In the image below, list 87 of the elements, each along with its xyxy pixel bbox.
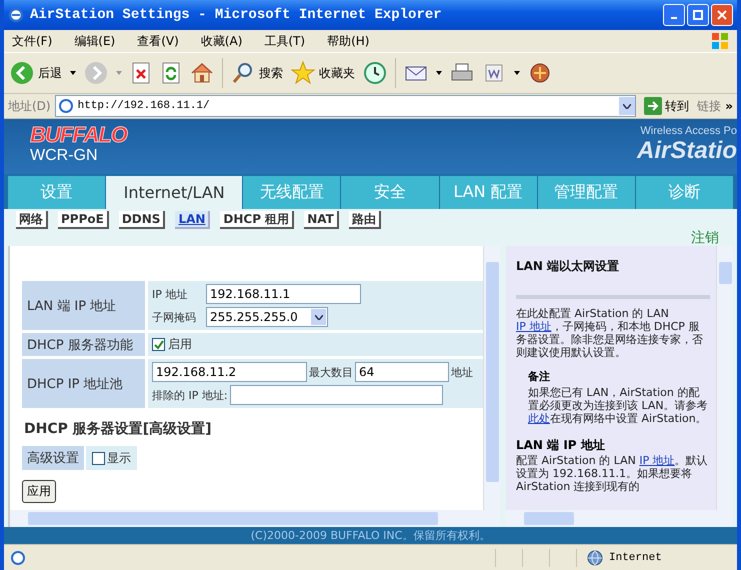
back-button[interactable]: 后退	[10, 61, 62, 85]
maximize-button[interactable]	[687, 4, 709, 26]
field-label: 最大数目	[309, 364, 353, 380]
sub-tab[interactable]: LAN	[175, 211, 210, 229]
checkbox-label: 显示	[107, 450, 131, 466]
stop-icon[interactable]	[130, 62, 152, 84]
search-icon	[231, 61, 255, 85]
dropdown-button[interactable]	[619, 97, 636, 115]
chevron-down-icon	[623, 104, 632, 108]
field-label: 高级设置	[22, 446, 84, 470]
globe-icon	[587, 550, 603, 566]
close-button[interactable]	[711, 4, 733, 26]
tagline: Wireless Access Po	[640, 125, 737, 137]
checkbox-label: 启用	[168, 336, 192, 353]
links-label[interactable]: 链接	[697, 98, 722, 114]
minimize-icon	[671, 17, 677, 19]
history-icon[interactable]	[363, 61, 387, 85]
product-logo: AirStatio	[636, 137, 737, 165]
help-paragraph: 配置 AirStation 的 LAN IP 地址。默认设置为 192.168.11.1。如果想要将 AirStation 连接到现有的	[516, 454, 709, 493]
logout-link[interactable]: 注销	[691, 229, 719, 246]
refresh-icon[interactable]	[160, 62, 182, 84]
page-icon	[58, 98, 74, 114]
sub-tab[interactable]: 路由	[348, 211, 381, 229]
start-address-field[interactable]: 192.168.11.2	[152, 362, 307, 382]
excluded-address-field[interactable]	[230, 385, 443, 405]
minimize-button[interactable]	[663, 4, 685, 26]
menu-item[interactable]: 工具(T)	[264, 32, 306, 50]
brand-logo: BUFFALO	[30, 123, 127, 147]
zone-label: Internet	[609, 552, 662, 564]
home-icon[interactable]	[190, 61, 214, 85]
sub-tab[interactable]: PPPoE	[58, 211, 109, 229]
window-title: AirStation Settings - Microsoft Internet Explorer	[30, 7, 443, 23]
chevron-down-icon	[314, 314, 322, 320]
max-count-field[interactable]: 64	[355, 362, 449, 382]
help-heading: LAN 端 IP 地址	[516, 437, 606, 454]
messenger-icon[interactable]	[528, 61, 552, 85]
field-label: IP 地址	[152, 286, 188, 302]
show-checkbox[interactable]	[92, 452, 105, 464]
flag-logo-icon	[709, 31, 731, 51]
caret-icon[interactable]	[514, 71, 520, 75]
ip-address-field[interactable]: 192.168.11.1	[206, 284, 361, 304]
note-heading: 备注	[528, 369, 551, 384]
help-paragraph: 如果您已有 LAN，AirStation 的配置必须更改为连接到该 LAN。请参考 此处在现有网络中设置 AirStation。	[528, 386, 709, 425]
sub-tab[interactable]: NAT	[304, 211, 339, 229]
help-link[interactable]: IP 地址	[639, 454, 675, 467]
sub-tab[interactable]: 网络	[16, 211, 48, 229]
help-paragraph: 在此处配置 AirStation 的 LAN IP 地址，子网掩码，和本地 DHCP 服务器设置。除非您是网络连接专家，否则建议使用默认设置。	[516, 307, 704, 359]
subnet-mask-select[interactable]: 255.255.255.0	[206, 307, 328, 327]
go-button[interactable]: 转到	[640, 97, 694, 115]
apply-button[interactable]: 应用	[22, 480, 56, 503]
menu-item[interactable]: 文件(F)	[12, 32, 52, 50]
field-label: 子网掩码	[152, 310, 197, 324]
model-name: WCR-GN	[30, 147, 99, 165]
menu-item[interactable]: 帮助(H)	[327, 32, 370, 50]
address-label: 地址(D)	[8, 98, 51, 114]
favorites-button[interactable]: 收藏夹	[291, 61, 355, 85]
menu-item[interactable]: 编辑(E)	[74, 32, 116, 50]
help-link[interactable]: 此处	[528, 412, 550, 425]
star-icon	[291, 61, 315, 85]
page-icon	[10, 550, 26, 566]
field-label: DHCP IP 地址池	[22, 359, 145, 408]
field-label: 排除的 IP 地址:	[152, 388, 228, 402]
help-title: LAN 端以太网设置	[516, 258, 620, 275]
menu-item[interactable]: 查看(V)	[137, 32, 179, 50]
horizontal-scrollbar[interactable]	[10, 510, 500, 527]
menu-item[interactable]: 收藏(A)	[200, 32, 242, 50]
sub-tab[interactable]: DHCP 租用	[220, 211, 294, 229]
more-chevron[interactable]: »	[725, 99, 733, 113]
search-button[interactable]: 搜索	[231, 61, 283, 85]
address-field[interactable]: http://192.168.11.1/	[54, 95, 636, 117]
section-heading: DHCP 服务器设置[高级设置]	[24, 420, 213, 438]
vertical-scrollbar[interactable]	[716, 246, 733, 510]
browser-icon	[8, 7, 24, 23]
maximize-icon	[693, 10, 703, 20]
help-link[interactable]: IP 地址	[516, 320, 552, 333]
horizontal-scrollbar[interactable]	[506, 510, 733, 527]
nav-tab[interactable]: Internet/LAN	[106, 176, 242, 209]
caret-icon[interactable]	[70, 71, 76, 75]
field-label: DHCP 服务器功能	[22, 333, 145, 356]
unit-label: 地址	[451, 364, 473, 380]
close-icon	[717, 10, 727, 20]
sub-tab[interactable]: DDNS	[118, 211, 166, 229]
enable-checkbox[interactable]	[152, 338, 165, 351]
field-label: LAN 端 IP 地址	[22, 281, 145, 330]
caret-icon[interactable]	[436, 71, 442, 75]
copyright-text: (C)2000-2009 BUFFALO INC。保留所有权利。	[250, 528, 490, 543]
vertical-scrollbar[interactable]	[483, 246, 500, 510]
